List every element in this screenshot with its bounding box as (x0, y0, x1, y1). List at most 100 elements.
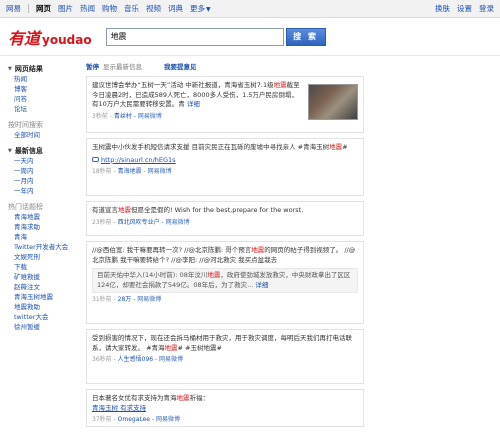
topic-item[interactable]: 下载 (8, 262, 72, 272)
author-link[interactable]: 西北风吹专业户 (118, 219, 160, 226)
quote-text-part: 目前天佑中华入(14小时前): 08年汶川 (97, 271, 208, 279)
result-text-part: 祈福： (189, 394, 210, 402)
detail-link[interactable]: 详细 (187, 100, 200, 108)
result-meta: 37秒前 - OmegaLee - 网易微博 (92, 415, 358, 425)
post-time: 31秒前 - (92, 296, 118, 303)
author-link[interactable]: 青海地震 (118, 168, 142, 175)
sidebar-item[interactable]: 一年内 (8, 186, 72, 196)
search-input[interactable] (105, 27, 284, 46)
topic-item[interactable]: 青海 (8, 232, 72, 242)
topic-item[interactable]: 青海玉树地震 (8, 292, 72, 302)
top-navigation: 网易 网页 图片 热闻 购物 音乐 视频 词典 更多▼ 换肤 设置 登录 (0, 0, 500, 18)
sidebar-item[interactable]: 一天内 (8, 156, 72, 166)
topic-item[interactable]: twitter大会 (8, 312, 72, 322)
nav-dictionary[interactable]: 词典 (168, 3, 183, 14)
link-icon (92, 157, 99, 162)
nav-video[interactable]: 视频 (146, 3, 161, 14)
nav-news[interactable]: 热闻 (80, 3, 95, 14)
sidebar-item[interactable]: 热闻 (8, 74, 72, 84)
sidebar-group-hot-topics: 热门话题榜 青海地震 青海求助 青海 Twitter开发者大会 文娱死刑 下载 … (8, 202, 72, 332)
result-text-part: # (342, 143, 348, 151)
source-label[interactable]: - 网易微博 (150, 416, 180, 423)
sidebar-item[interactable]: 问答 (8, 94, 72, 104)
result-subline: 青海玉树 有求支持 (92, 404, 358, 414)
keyword-highlight: 地震 (118, 206, 131, 214)
top-nav-left: 网易 网页 图片 热闻 购物 音乐 视频 词典 更多▼ (6, 3, 211, 14)
result-text: //@西伯宽: 我干嘛要再转一次? //@北京陈鹏: 哥个预言地震的网页的帖子得… (92, 246, 358, 265)
result-card: 受到损害的情况下，现在还会拆马桶材用于救灾，用于救灾调度，每明后天我们再打电话联… (86, 329, 364, 384)
sidebar-item[interactable]: 一月内 (8, 176, 72, 186)
result-text-part: 建议世博会举办“五树一天”活动 中新社报道，青海省玉树7.1级 (92, 81, 274, 89)
result-link-row: http://sinaurl.cn/hEG1s (92, 156, 358, 166)
topic-item[interactable]: 矿难救援 (8, 272, 72, 282)
sidebar-group-latest: ▼ 最新信息 一天内 一周内 一月内 一年内 (8, 146, 72, 196)
post-time: 36秒前 - (92, 356, 118, 363)
result-text-part: //@西伯宽: 我干嘛要再转一次? //@北京陈鹏: 哥个预言 (92, 246, 252, 254)
post-time: 3秒前 - (92, 112, 114, 120)
nav-netease[interactable]: 网易 (6, 3, 21, 14)
youdao-logo[interactable]: 有道 youdao (8, 25, 92, 49)
topic-item[interactable]: Twitter开发者大会 (8, 242, 72, 252)
results-toolbar: 暂停 显示最新信息 我要提意见 (86, 60, 364, 72)
chevron-down-icon: ▼ (206, 6, 211, 13)
nav-more[interactable]: 更多▼ (190, 3, 211, 14)
sidebar-item[interactable]: 一周内 (8, 166, 72, 176)
feedback-link[interactable]: 我要提意见 (164, 61, 197, 71)
result-text: 受到损害的情况下，现在还会拆马桶材用于救灾，用于救灾调度，每明后天我们再打电话联… (92, 334, 358, 353)
nav-shopping[interactable]: 购物 (102, 3, 117, 14)
sidebar-item[interactable]: 论坛 (8, 104, 72, 114)
nav-login[interactable]: 登录 (479, 3, 494, 14)
topic-item[interactable]: 赵薇注文 (8, 282, 72, 292)
result-text-part: # #玉树地震# (177, 343, 222, 352)
nav-web[interactable]: 网页 (36, 3, 51, 14)
topic-item[interactable]: 青海求助 (8, 222, 72, 232)
author-link[interactable]: OmegaLee (118, 416, 150, 423)
detail-link[interactable]: 详细 (255, 281, 268, 289)
topic-item[interactable]: 地震救助 (8, 302, 72, 312)
nav-settings[interactable]: 设置 (457, 3, 472, 14)
main-area: ▼ 网页结果 热闻 博客 问答 论坛 按时间搜索 全部时间 ▼ 最新信息 一天内 一… (0, 56, 500, 438)
sidebar-item[interactable]: 博客 (8, 84, 72, 94)
source-label[interactable]: - 网易微博 (160, 219, 190, 226)
sidebar-group-web: ▼ 网页结果 热闻 博客 问答 论坛 (8, 64, 72, 114)
nav-images[interactable]: 图片 (58, 3, 73, 14)
result-meta: 31秒前 - 28万 - 网易微博 (92, 295, 358, 305)
pause-description: 显示最新信息 (103, 63, 142, 71)
author-link[interactable]: 28万 (118, 296, 132, 303)
sidebar-head-label: 最新信息 (14, 147, 43, 155)
nav-music[interactable]: 音乐 (124, 3, 139, 14)
author-link[interactable]: 青丝村 (114, 113, 132, 120)
top-nav-right: 换肤 设置 登录 (435, 3, 494, 14)
source-label[interactable]: - 网易微博 (153, 356, 183, 363)
search-header: 有道 youdao 搜 索 (0, 18, 500, 56)
sub-link[interactable]: 青海玉树 有求支持 (92, 404, 146, 412)
post-time: 18秒前 - (92, 168, 118, 175)
keyword-highlight: 地震 (176, 394, 190, 402)
sidebar-item[interactable]: 全部时间 (8, 130, 72, 140)
result-text-part: 日本著名女优有求支持为青海 (92, 394, 177, 402)
author-link[interactable]: 人生感悟096 (118, 356, 153, 363)
search-button[interactable]: 搜 索 (285, 27, 326, 46)
result-thumbnail[interactable] (308, 84, 358, 120)
sidebar-head: 按时间搜索 (8, 121, 43, 129)
source-label[interactable]: - 网易微博 (132, 113, 162, 120)
sidebar-head[interactable]: ▼ 最新信息 (8, 146, 72, 156)
post-time: 23秒前 - (92, 218, 118, 226)
result-text-part: 玉树震中小伙发手机短信请求支援 目前灾民正在瓦砾的废墟中寻找亲人 #青海玉树 (92, 143, 330, 151)
source-label[interactable]: - 网易微博 (142, 168, 172, 175)
sidebar-group-time: 按时间搜索 全部时间 (8, 120, 72, 140)
pause-button[interactable]: 暂停 (86, 61, 99, 71)
topic-item[interactable]: 青海地震 (8, 212, 72, 222)
topic-item[interactable]: 文娱死刑 (8, 252, 72, 262)
result-card: 建议世博会举办“五树一天”活动 中新社报道，青海省玉树7.1级地震截至今日凌晨2… (86, 76, 364, 133)
post-time: 37秒前 - (92, 416, 118, 423)
keyword-highlight: 地震 (164, 343, 178, 352)
result-card: 有道宣言地震但愿全是假的! Wish for the best,prepare … (86, 201, 364, 236)
source-label[interactable]: - 网易微博 (131, 296, 161, 303)
keyword-highlight: 地震 (251, 246, 265, 254)
sidebar-head[interactable]: ▼ 网页结果 (8, 64, 72, 74)
short-url-link[interactable]: http://sinaurl.cn/hEG1s (101, 156, 176, 164)
topic-item[interactable]: 徐州暂缓 (8, 322, 72, 332)
nav-skin[interactable]: 换肤 (435, 3, 450, 14)
result-text: 日本著名女优有求支持为青海地震祈福： (92, 394, 358, 404)
